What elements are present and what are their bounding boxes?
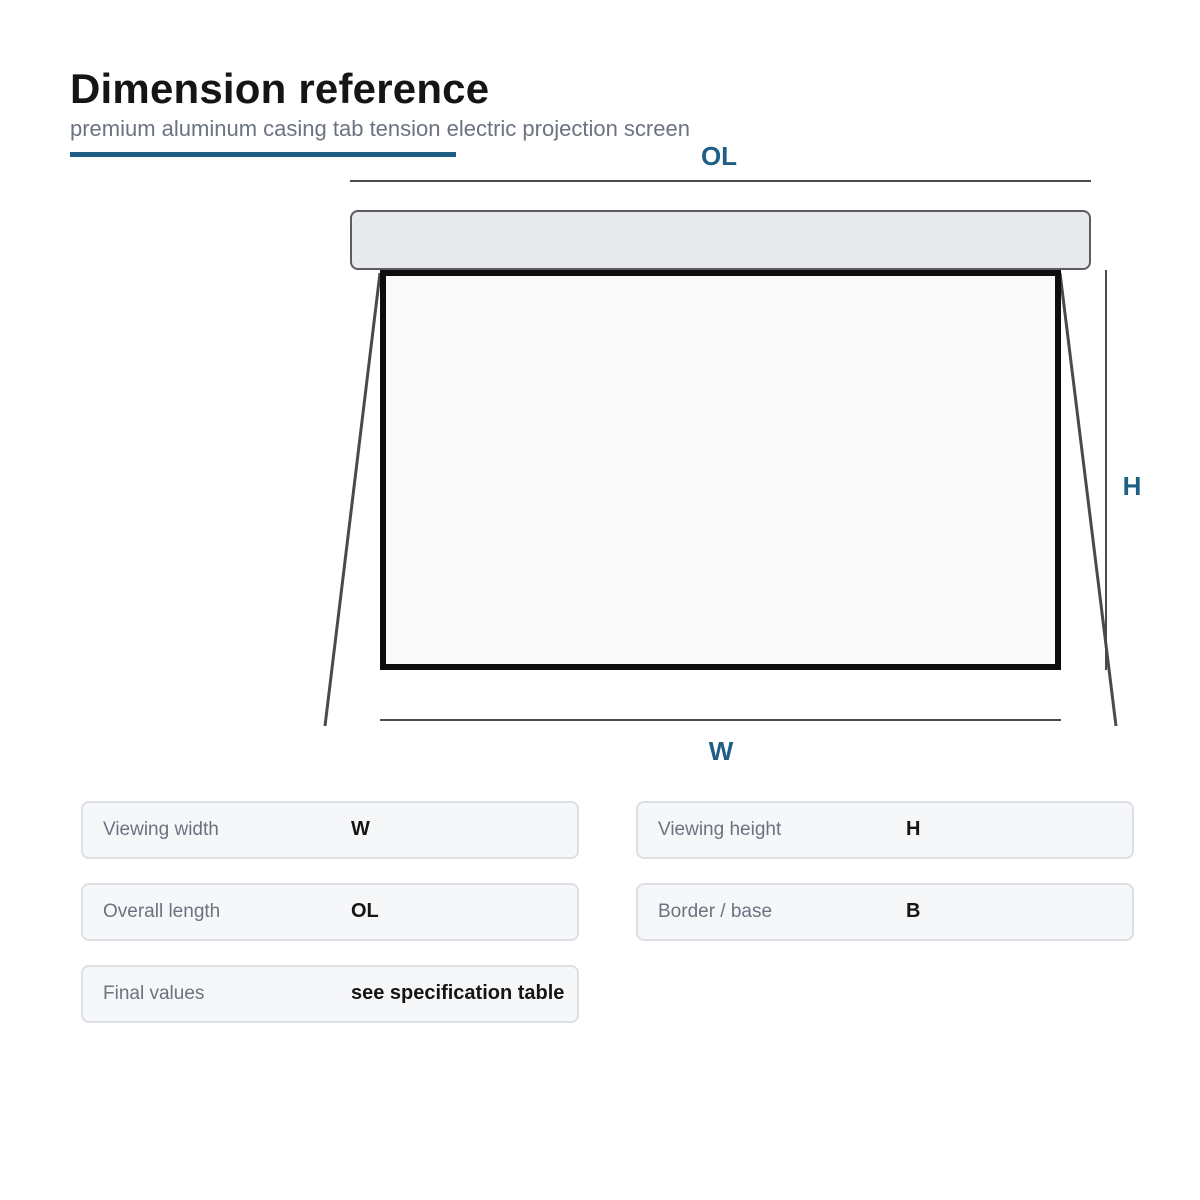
spec-value: H: [906, 818, 921, 840]
spec-label: Border / base: [658, 901, 773, 922]
spec-card-final-values: Final values see specification table: [81, 965, 579, 1023]
screen-dimension-diagram: OL H W: [323, 141, 1142, 766]
spec-label: Overall length: [103, 901, 221, 922]
projection-screen-surface: [380, 270, 1061, 670]
overall-length-label: OL: [701, 141, 737, 171]
aluminum-casing: [350, 210, 1091, 270]
spec-value: W: [351, 818, 370, 840]
spec-value: B: [906, 900, 921, 922]
height-label: H: [1123, 471, 1142, 501]
spec-card-border-base: Border / base B: [636, 883, 1134, 941]
spec-card-viewing-width: Viewing width W: [81, 801, 579, 859]
spec-card-overall-length: Overall length OL: [81, 883, 579, 941]
right-tension-cable: [1058, 272, 1118, 727]
spec-label: Viewing width: [103, 819, 219, 840]
width-label: W: [709, 736, 734, 766]
spec-label: Final values: [103, 983, 205, 1004]
spec-label: Viewing height: [658, 819, 782, 840]
spec-value: see specification table: [351, 982, 565, 1004]
spec-value: OL: [351, 900, 379, 922]
spec-card-viewing-height: Viewing height H: [636, 801, 1134, 859]
left-tension-cable: [323, 272, 382, 727]
